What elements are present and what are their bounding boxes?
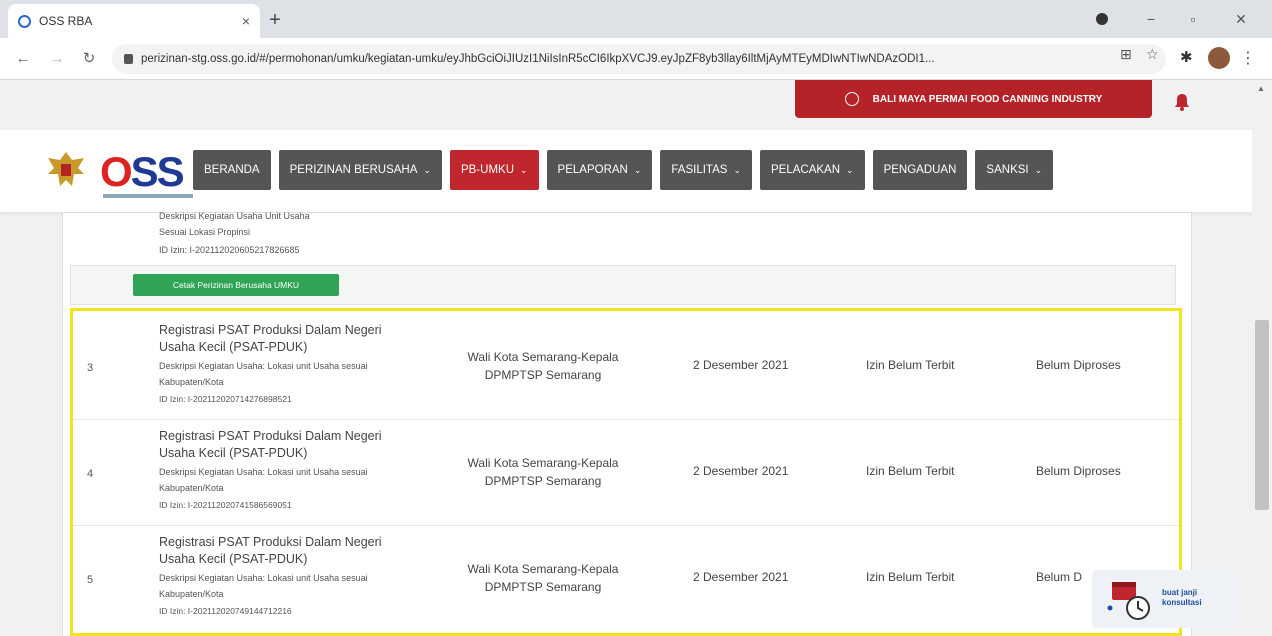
menu-label: PERIZINAN BERUSAHA: [289, 164, 418, 176]
page-viewport: BALI MAYA PERMAI FOOD CANNING INDUSTRY O…: [0, 80, 1252, 636]
menu-label: PENGADUAN: [883, 164, 957, 176]
menu-pelaporan[interactable]: PELAPORAN ⌄: [546, 150, 653, 190]
prev-entry-footer: Cetak Perizinan Berusaha UMKU: [70, 265, 1176, 305]
minimize-button[interactable]: −: [1136, 8, 1166, 30]
notification-bell-icon[interactable]: [1172, 92, 1192, 112]
garuda-emblem-icon: [48, 152, 84, 186]
chevron-down-icon: ⌄: [423, 164, 431, 175]
chevron-down-icon: ⌄: [1034, 164, 1043, 175]
company-name: BALI MAYA PERMAI FOOD CANNING INDUSTRY: [872, 93, 1103, 105]
chevron-down-icon: ⌄: [846, 164, 854, 175]
menu-perizinan-berusaha[interactable]: PERIZINAN BERUSAHA ⌄: [278, 150, 442, 190]
globe-icon: [18, 14, 31, 28]
chevron-down-icon: ⌄: [520, 164, 528, 175]
chevron-down-icon: ⌄: [733, 164, 741, 175]
menu-label: PELAPORAN: [557, 164, 628, 176]
menu-sanksi[interactable]: SANKSI ⌄: [975, 150, 1054, 190]
consultation-widget[interactable]: buat janji konsultasi: [1092, 570, 1238, 628]
menu-fasilitas[interactable]: FASILITAS ⌄: [660, 150, 752, 190]
url-text: perizinan-stg.oss.go.id/#/permohonan/umk…: [141, 53, 935, 65]
main-navigation: OSS BERANDA PERIZINAN BERUSAHA ⌄ PB-UMKU ⌄…: [0, 130, 1252, 212]
browser-tab-title: OSS RBA: [39, 14, 93, 28]
calendar-clock-icon: [1107, 582, 1150, 620]
highlight-frame: [70, 308, 1182, 636]
extensions-puzzle-icon[interactable]: ✱: [1180, 48, 1193, 66]
menu-pb-umku[interactable]: PB-UMKU ⌄: [449, 150, 539, 190]
prev-entry-desc-line1: Deskripsi Kegiatan Usaha Unit Usaha: [159, 211, 310, 221]
consultation-label: buat janji konsultasi: [1162, 588, 1202, 607]
new-tab-button[interactable]: +: [262, 8, 288, 32]
oss-logo[interactable]: OSS: [100, 148, 185, 196]
browser-toolbar: ← → ↻ perizinan-stg.oss.go.id/#/permohon…: [0, 38, 1272, 80]
address-bar[interactable]: perizinan-stg.oss.go.id/#/permohonan/umk…: [112, 44, 1166, 74]
maximize-button[interactable]: ▫: [1178, 8, 1208, 30]
page-scrollbar[interactable]: ▲: [1252, 80, 1272, 636]
back-arrow-icon[interactable]: ←: [12, 48, 34, 70]
forward-arrow-icon[interactable]: →: [46, 48, 68, 70]
browser-menu-icon[interactable]: ⋮: [1240, 48, 1256, 68]
menu-pelacakan[interactable]: PELACAKAN ⌄: [759, 150, 865, 190]
lock-icon: [124, 54, 133, 64]
menu-label: BERANDA: [204, 164, 260, 176]
scroll-up-arrow-icon[interactable]: ▲: [1257, 84, 1265, 93]
prev-entry-id-izin: ID Izin: I-202112020605217826685: [159, 245, 300, 255]
menu-bar: BERANDA PERIZINAN BERUSAHA ⌄ PB-UMKU ⌄ PEL…: [193, 150, 1054, 190]
company-account-button[interactable]: BALI MAYA PERMAI FOOD CANNING INDUSTRY: [795, 80, 1152, 118]
reload-icon[interactable]: ↻: [78, 48, 100, 70]
logo-letters-ss: SS: [130, 148, 185, 195]
logo-letter-o: O: [100, 148, 133, 195]
menu-label: FASILITAS: [671, 164, 728, 176]
install-app-icon[interactable]: ⊞: [1120, 46, 1132, 63]
menu-pengaduan[interactable]: PENGADUAN: [872, 150, 968, 190]
logo-tagline-strip: [103, 194, 193, 198]
menu-label: SANKSI: [986, 164, 1029, 176]
user-circle-icon: [844, 92, 859, 106]
profile-avatar[interactable]: [1208, 47, 1230, 69]
scrollbar-thumb[interactable]: [1255, 320, 1269, 510]
browser-tab[interactable]: OSS RBA ×: [8, 4, 260, 38]
menu-beranda[interactable]: BERANDA: [193, 150, 271, 190]
print-permit-button[interactable]: Cetak Perizinan Berusaha UMKU: [133, 274, 339, 296]
close-window-button[interactable]: ✕: [1226, 8, 1256, 30]
menu-label: PELACAKAN: [770, 164, 841, 176]
close-tab-icon[interactable]: ×: [242, 13, 250, 29]
menu-label: PB-UMKU: [460, 164, 514, 176]
browser-tab-bar: OSS RBA × + − ▫ ✕: [0, 0, 1272, 38]
record-indicator-icon: [1096, 13, 1108, 25]
chevron-down-icon: ⌄: [633, 164, 642, 175]
bookmark-star-icon[interactable]: ☆: [1146, 46, 1159, 63]
prev-entry-desc-line2: Sesuai Lokasi Propinsi: [159, 227, 251, 237]
